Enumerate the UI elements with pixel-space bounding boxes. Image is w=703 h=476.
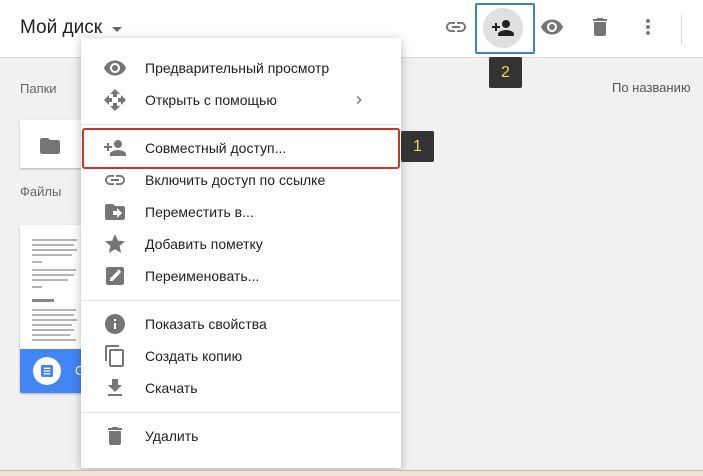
menu-item-label: Добавить пометку — [145, 236, 263, 252]
menu-item-open-with[interactable]: Открыть с помощью — [81, 84, 401, 116]
file-footer: С — [20, 349, 90, 393]
menu-item-label: Создать копию — [145, 348, 243, 364]
menu-item-move-to[interactable]: Переместить в... — [81, 196, 401, 228]
link-icon[interactable] — [444, 15, 468, 39]
share-item-highlight — [82, 128, 400, 169]
annotation-badge-2: 2 — [489, 57, 522, 88]
menu-item-make-copy[interactable]: Создать копию — [81, 340, 401, 372]
context-menu: Предварительный просмотр Открыть с помощ… — [81, 38, 401, 468]
trash-icon[interactable] — [588, 15, 612, 39]
chevron-right-icon — [351, 92, 367, 108]
sort-by-name-button[interactable]: По названию — [612, 80, 691, 95]
drive-title: Мой диск — [20, 17, 103, 38]
share-button-highlight — [475, 3, 535, 54]
files-section-label: Файлы — [20, 184, 62, 199]
menu-item-label: Удалить — [145, 428, 199, 444]
trash-icon — [103, 424, 127, 448]
menu-divider — [81, 300, 401, 301]
menu-item-label: Включить доступ по ссылке — [145, 172, 326, 188]
folder-icon — [38, 134, 62, 158]
bottom-strip — [0, 470, 703, 476]
menu-divider — [81, 124, 401, 125]
google-docs-icon — [33, 357, 61, 385]
menu-item-preview[interactable]: Предварительный просмотр — [81, 52, 401, 84]
move-folder-icon — [103, 200, 127, 224]
open-with-icon — [103, 88, 127, 112]
menu-item-add-star[interactable]: Добавить пометку — [81, 228, 401, 260]
menu-item-label: Скачать — [145, 380, 198, 396]
menu-item-download[interactable]: Скачать — [81, 372, 401, 404]
file-card[interactable]: С — [20, 225, 90, 393]
rename-icon — [103, 264, 127, 288]
menu-item-label: Предварительный просмотр — [145, 60, 330, 76]
star-icon — [103, 232, 127, 256]
menu-item-rename[interactable]: Переименовать... — [81, 260, 401, 292]
info-icon — [103, 312, 127, 336]
caret-down-icon — [112, 27, 123, 32]
download-icon — [103, 376, 127, 400]
eye-icon — [103, 56, 127, 80]
folder-card[interactable]: Н — [20, 120, 91, 168]
menu-item-label: Переместить в... — [145, 204, 254, 220]
link-icon — [103, 168, 127, 192]
eye-icon[interactable] — [540, 15, 564, 39]
more-vert-icon[interactable] — [636, 15, 660, 39]
my-drive-dropdown[interactable]: Мой диск — [20, 17, 123, 39]
menu-item-remove[interactable]: Удалить — [81, 420, 401, 452]
menu-item-details[interactable]: Показать свойства — [81, 308, 401, 340]
toolbar-divider — [681, 14, 682, 44]
menu-item-label: Открыть с помощью — [145, 92, 277, 108]
folders-section-label: Папки — [20, 81, 57, 96]
copy-icon — [103, 344, 127, 368]
menu-item-label: Переименовать... — [145, 268, 260, 284]
annotation-badge-1: 1 — [401, 131, 434, 162]
menu-divider — [81, 412, 401, 413]
menu-item-label: Показать свойства — [145, 316, 267, 332]
